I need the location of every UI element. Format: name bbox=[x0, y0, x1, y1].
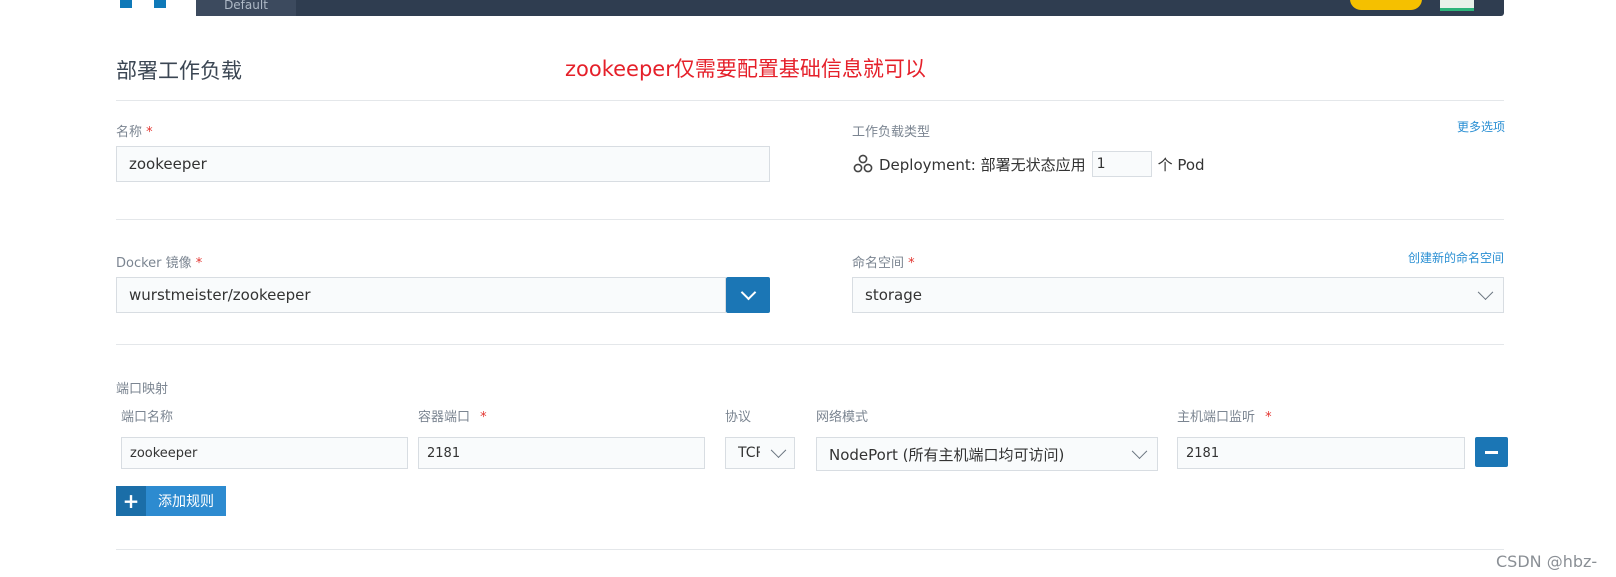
create-namespace-link[interactable]: 创建新的命名空间 bbox=[1408, 249, 1504, 266]
image-dropdown-button[interactable] bbox=[726, 277, 770, 313]
network-mode-select[interactable]: NodePort (所有主机端口均可访问) bbox=[816, 437, 1158, 471]
environment-selector[interactable]: Default bbox=[196, 0, 296, 16]
watermark: CSDN @hbz- bbox=[1496, 552, 1598, 571]
namespace-select[interactable]: storage bbox=[852, 277, 1504, 313]
protocol-value: TCP bbox=[738, 445, 760, 461]
top-navigation-bar: Default bbox=[196, 0, 1504, 16]
namespace-label: 命名空间 * bbox=[852, 256, 915, 271]
workload-type-row: Deployment: 部署无状态应用 1 个 Pod bbox=[852, 151, 1205, 177]
required-marker: * bbox=[908, 256, 915, 271]
port-mapping-label: 端口映射 bbox=[116, 382, 169, 397]
port-name-input[interactable]: zookeeper bbox=[121, 437, 408, 469]
annotation-text: zookeeper仅需要配置基础信息就可以 bbox=[565, 57, 926, 81]
network-mode-value: NodePort (所有主机端口均可访问) bbox=[829, 445, 1065, 464]
more-options-link[interactable]: 更多选项 bbox=[1457, 118, 1505, 135]
required-marker: * bbox=[1265, 410, 1272, 425]
docker-image-label: Docker 镜像 * bbox=[116, 256, 203, 271]
minus-icon bbox=[1485, 450, 1498, 454]
required-marker: * bbox=[146, 125, 153, 140]
replicas-input[interactable]: 1 bbox=[1091, 151, 1152, 177]
user-menu-button[interactable] bbox=[1350, 0, 1422, 10]
divider bbox=[116, 549, 1504, 550]
required-marker: * bbox=[480, 410, 487, 425]
name-label: 名称 * bbox=[116, 125, 153, 140]
logo-icon bbox=[120, 0, 132, 8]
name-input[interactable]: zookeeper bbox=[116, 146, 770, 182]
chevron-down-icon bbox=[1477, 284, 1494, 301]
page-title: 部署工作负载 bbox=[116, 59, 242, 83]
divider bbox=[116, 100, 1504, 101]
add-rule-button[interactable]: + 添加规则 bbox=[116, 486, 226, 516]
column-port-name: 端口名称 bbox=[121, 410, 174, 425]
column-container-port: 容器端口 * bbox=[418, 410, 487, 425]
column-protocol: 协议 bbox=[725, 410, 752, 425]
column-network-mode: 网络模式 bbox=[816, 410, 869, 425]
chevron-down-icon bbox=[740, 284, 756, 300]
chevron-down-icon bbox=[770, 442, 787, 459]
container-port-input[interactable]: 2181 bbox=[418, 437, 705, 469]
deployment-icon bbox=[853, 154, 873, 173]
required-marker: * bbox=[195, 256, 203, 271]
chevron-down-icon bbox=[1131, 443, 1148, 460]
protocol-select[interactable]: TCP bbox=[725, 437, 795, 469]
language-flag-icon[interactable] bbox=[1440, 0, 1474, 11]
workload-type-text: Deployment: 部署无状态应用 bbox=[879, 155, 1086, 174]
workload-type-label: 工作负载类型 bbox=[852, 125, 931, 140]
add-rule-label: 添加规则 bbox=[146, 486, 226, 516]
logo-icon-part bbox=[154, 0, 166, 8]
divider bbox=[116, 344, 1504, 345]
remove-rule-button[interactable] bbox=[1475, 437, 1508, 467]
replicas-suffix: 个 Pod bbox=[1157, 155, 1205, 174]
host-port-input[interactable]: 2181 bbox=[1177, 437, 1465, 469]
namespace-value: storage bbox=[865, 286, 922, 304]
divider bbox=[116, 219, 1504, 220]
column-host-port: 主机端口监听 * bbox=[1177, 410, 1272, 425]
plus-icon: + bbox=[116, 486, 146, 516]
docker-image-input[interactable]: wurstmeister/zookeeper bbox=[116, 277, 726, 313]
